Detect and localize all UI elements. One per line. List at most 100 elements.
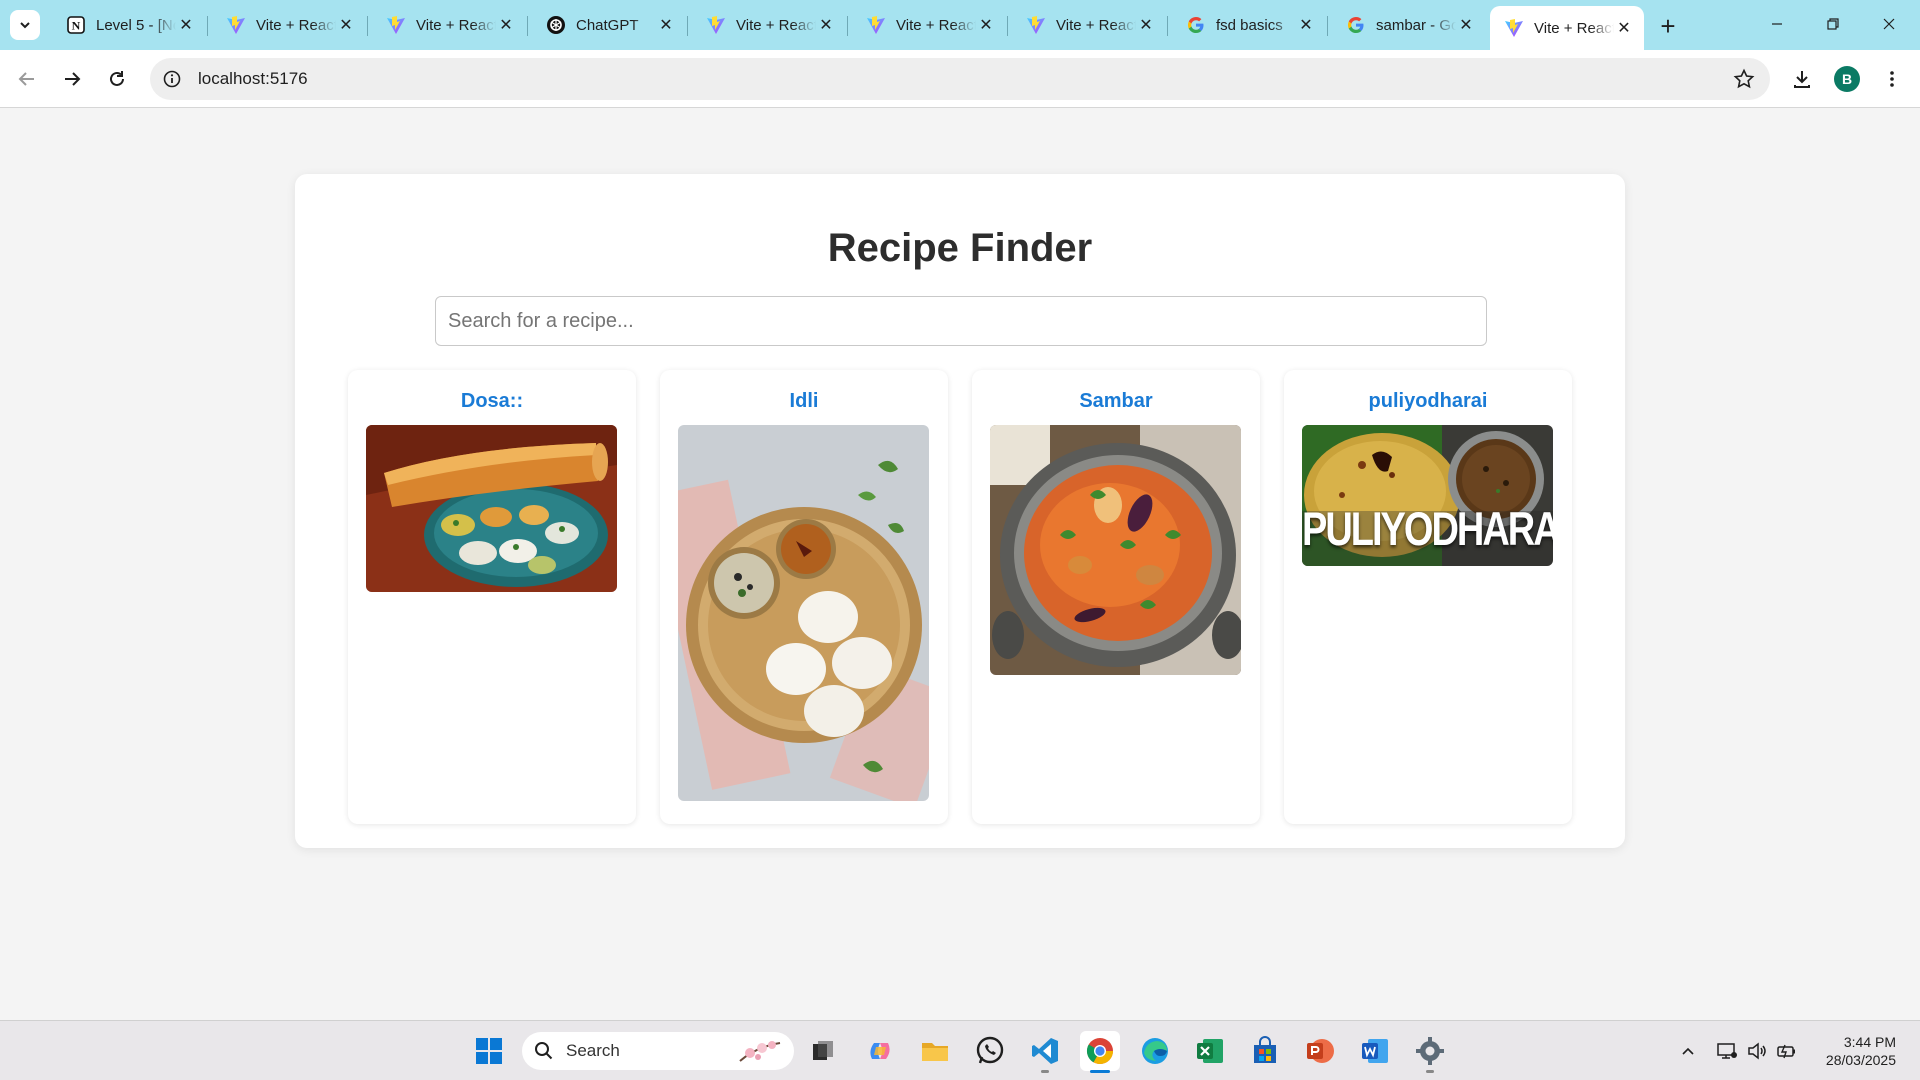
word-button[interactable] bbox=[1355, 1031, 1395, 1071]
excel-button[interactable] bbox=[1190, 1031, 1230, 1071]
recipe-card-puliyodharai[interactable]: puliyodharai PULIYODHARAI bbox=[1284, 370, 1572, 824]
recipe-title[interactable]: Idli bbox=[660, 390, 948, 413]
store-button[interactable] bbox=[1245, 1031, 1285, 1071]
powerpoint-button[interactable] bbox=[1300, 1031, 1340, 1071]
windows-logo-icon bbox=[476, 1038, 502, 1064]
site-info-icon[interactable] bbox=[154, 61, 190, 97]
tab-strip: N Level 5 - [Notion] ✕ Vite + React ✕ Vi… bbox=[0, 0, 1920, 50]
vscode-button[interactable] bbox=[1025, 1031, 1065, 1073]
chatgpt-icon bbox=[546, 15, 566, 35]
reload-button[interactable] bbox=[100, 62, 134, 96]
more-vertical-icon bbox=[1890, 71, 1894, 87]
start-button[interactable] bbox=[469, 1031, 509, 1071]
close-tab-icon[interactable]: ✕ bbox=[656, 15, 676, 35]
close-tab-icon[interactable]: ✕ bbox=[816, 15, 836, 35]
vscode-icon bbox=[1032, 1038, 1058, 1064]
settings-button[interactable] bbox=[1410, 1031, 1450, 1073]
avatar: B bbox=[1834, 66, 1860, 92]
close-tab-icon[interactable]: ✕ bbox=[1456, 15, 1476, 35]
tab-vite-active[interactable]: Vite + React ✕ bbox=[1490, 6, 1644, 50]
close-tab-icon[interactable]: ✕ bbox=[336, 15, 356, 35]
tab-search-button[interactable] bbox=[10, 10, 40, 40]
system-clock[interactable]: 3:44 PM 28/03/2025 bbox=[1826, 1033, 1896, 1069]
close-icon bbox=[1883, 18, 1895, 30]
recipe-card-dosa[interactable]: Dosa:: bbox=[348, 370, 636, 824]
file-explorer-button[interactable] bbox=[915, 1031, 955, 1071]
tab-vite[interactable]: Vite + React ✕ bbox=[212, 6, 366, 44]
reload-icon bbox=[110, 71, 124, 86]
close-tab-icon[interactable]: ✕ bbox=[1614, 18, 1634, 38]
vite-icon bbox=[706, 15, 726, 35]
recipe-title[interactable]: puliyodharai bbox=[1284, 390, 1572, 413]
dosa-image bbox=[366, 425, 617, 592]
task-view-button[interactable] bbox=[803, 1031, 843, 1071]
vite-icon bbox=[866, 15, 886, 35]
cherry-blossom-icon bbox=[739, 1041, 781, 1062]
forward-arrow-icon bbox=[65, 72, 81, 86]
url-text[interactable]: localhost:5176 bbox=[198, 69, 308, 89]
edge-button[interactable] bbox=[1135, 1031, 1175, 1071]
chrome-icon bbox=[1086, 1038, 1114, 1065]
minimize-icon bbox=[1772, 23, 1782, 25]
tab-vite[interactable]: Vite + React ✕ bbox=[1012, 6, 1166, 44]
forward-button[interactable] bbox=[55, 62, 89, 96]
download-icon bbox=[1794, 71, 1810, 88]
copilot-icon bbox=[870, 1043, 890, 1059]
browser-toolbar: localhost:5176 B bbox=[0, 50, 1920, 108]
vite-icon bbox=[1504, 18, 1524, 38]
copilot-button[interactable] bbox=[860, 1031, 900, 1071]
tab-title: sambar - Google bbox=[1376, 16, 1456, 34]
recipe-title[interactable]: Sambar bbox=[972, 390, 1260, 413]
new-tab-button[interactable]: + bbox=[1652, 10, 1684, 42]
minimize-button[interactable] bbox=[1754, 6, 1800, 42]
whatsapp-icon bbox=[976, 1036, 1004, 1064]
battery-icon bbox=[1777, 1044, 1795, 1059]
chrome-button[interactable] bbox=[1080, 1031, 1120, 1073]
back-button[interactable] bbox=[10, 62, 44, 96]
network-icon bbox=[1717, 1043, 1737, 1059]
browser-menu-button[interactable] bbox=[1876, 63, 1908, 95]
running-indicator bbox=[1090, 1070, 1110, 1073]
tab-vite[interactable]: Vite + React ✕ bbox=[692, 6, 846, 44]
close-tab-icon[interactable]: ✕ bbox=[496, 15, 516, 35]
page-title: Recipe Finder bbox=[827, 226, 1093, 270]
bookmark-star-icon[interactable] bbox=[1732, 67, 1756, 91]
close-tab-icon[interactable]: ✕ bbox=[976, 15, 996, 35]
notion-icon: N bbox=[66, 15, 86, 35]
taskbar: Search 3:44 PM 28/03/2025 bbox=[0, 1020, 1920, 1080]
close-tab-icon[interactable]: ✕ bbox=[176, 15, 196, 35]
close-window-button[interactable] bbox=[1866, 6, 1912, 42]
svg-text:N: N bbox=[72, 19, 81, 33]
close-tab-icon[interactable]: ✕ bbox=[1296, 15, 1316, 35]
tab-title: Vite + React bbox=[1056, 16, 1136, 34]
recipe-finder-container: Recipe Finder Dosa:: bbox=[295, 174, 1625, 848]
tab-notion[interactable]: N Level 5 - [Notion] ✕ bbox=[52, 6, 206, 44]
folder-icon bbox=[922, 1043, 948, 1061]
excel-icon bbox=[1197, 1039, 1223, 1063]
vite-icon bbox=[1026, 15, 1046, 35]
tab-vite[interactable]: Vite + React ✕ bbox=[372, 6, 526, 44]
whatsapp-button[interactable] bbox=[970, 1031, 1010, 1071]
recipe-card-idli[interactable]: Idli bbox=[660, 370, 948, 824]
recipe-card-sambar[interactable]: Sambar bbox=[972, 370, 1260, 824]
downloads-button[interactable] bbox=[1786, 63, 1818, 95]
running-indicator bbox=[1041, 1070, 1049, 1073]
tab-separator bbox=[1327, 16, 1328, 36]
recipe-search-input[interactable] bbox=[435, 296, 1487, 346]
tab-separator bbox=[1007, 16, 1008, 36]
tab-chatgpt[interactable]: ChatGPT ✕ bbox=[532, 6, 686, 44]
tab-vite[interactable]: Vite + React ✕ bbox=[852, 6, 1006, 44]
tab-google[interactable]: sambar - Google ✕ bbox=[1332, 6, 1486, 44]
battery-button[interactable] bbox=[1767, 1031, 1807, 1071]
tab-google[interactable]: fsd basics ✕ bbox=[1172, 6, 1326, 44]
address-bar[interactable]: localhost:5176 bbox=[150, 58, 1770, 100]
restore-button[interactable] bbox=[1810, 6, 1856, 42]
profile-button[interactable]: B bbox=[1831, 63, 1863, 95]
tab-title: Vite + React bbox=[736, 16, 816, 34]
recipe-title[interactable]: Dosa:: bbox=[348, 390, 636, 413]
chevron-down-icon bbox=[20, 22, 30, 29]
show-hidden-icons-button[interactable] bbox=[1668, 1031, 1708, 1071]
chevron-up-icon bbox=[1682, 1047, 1694, 1055]
taskbar-search[interactable]: Search bbox=[522, 1032, 794, 1070]
close-tab-icon[interactable]: ✕ bbox=[1136, 15, 1156, 35]
